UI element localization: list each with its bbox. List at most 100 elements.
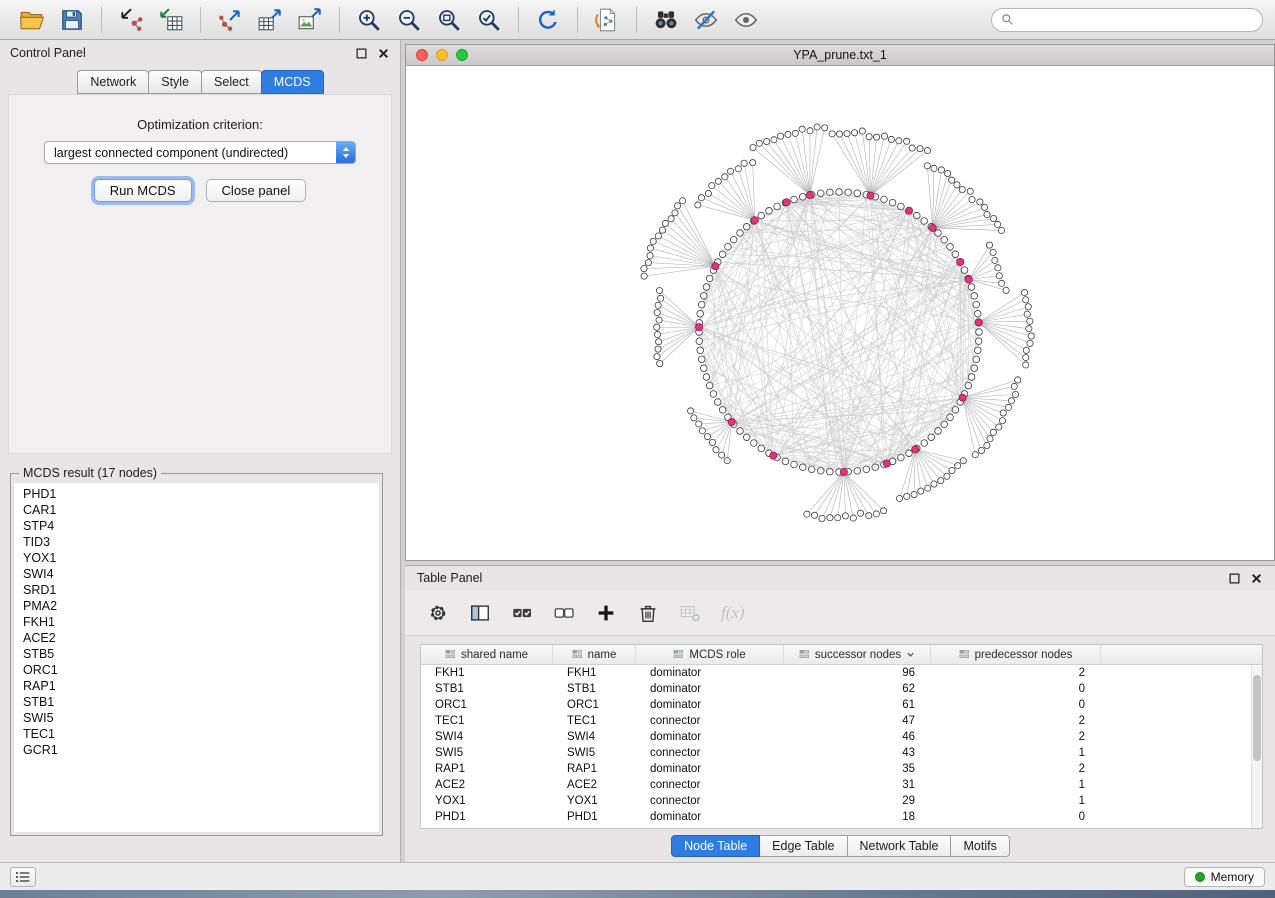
export-image-button[interactable] [295, 5, 325, 35]
network-window-titlebar[interactable]: YPA_prune.txt_1 [406, 45, 1274, 66]
close-panel-button[interactable]: Close panel [206, 179, 307, 202]
mcds-result-list[interactable]: PHD1CAR1STP4TID3YOX1SWI4SRD1PMA2FKH1ACE2… [13, 482, 380, 833]
table-row[interactable]: PHD1PHD1dominator180 [421, 809, 1262, 825]
window-minimize-button[interactable] [436, 49, 448, 61]
column-header-filler [1101, 645, 1262, 664]
column-header-successor-nodes[interactable]: successor nodes [784, 645, 931, 664]
mcds-result-item[interactable]: YOX1 [23, 550, 379, 566]
window-close-button[interactable] [416, 49, 428, 61]
mcds-result-item[interactable]: FKH1 [23, 614, 379, 630]
optimization-criterion-dropdown[interactable]: largest connected component (undirected) [44, 141, 356, 164]
export-table-button[interactable] [255, 5, 285, 35]
mcds-result-item[interactable]: SWI4 [23, 566, 379, 582]
control-panel-tabs: NetworkStyleSelectMCDS [0, 70, 400, 94]
search-box[interactable] [991, 8, 1263, 32]
add-row-button[interactable] [593, 600, 619, 626]
tab-select[interactable]: Select [201, 70, 262, 94]
search-input[interactable] [1020, 13, 1253, 27]
mcds-result-item[interactable]: SWI5 [23, 710, 379, 726]
mcds-result-item[interactable]: TEC1 [23, 726, 379, 742]
mcds-result-item[interactable]: GCR1 [23, 742, 379, 758]
task-history-button[interactable] [10, 867, 36, 887]
table-row[interactable]: ACE2ACE2connector311 [421, 777, 1262, 793]
table-cell: 35 [784, 763, 931, 775]
clone-network-button[interactable] [592, 5, 622, 35]
table-toolbar: f(x) [405, 590, 1275, 636]
table-cell: ORC1 [553, 699, 636, 711]
zoom-in-icon [356, 7, 382, 33]
mcds-result-item[interactable]: ORC1 [23, 662, 379, 678]
table-row[interactable]: FKH1FKH1dominator962 [421, 665, 1262, 681]
run-mcds-button[interactable]: Run MCDS [94, 179, 192, 202]
mcds-result-item[interactable]: PMA2 [23, 598, 379, 614]
memory-button[interactable]: Memory [1184, 867, 1265, 887]
float-window-icon[interactable] [355, 47, 368, 60]
tab-network-table[interactable]: Network Table [847, 835, 952, 857]
column-header-predecessor-nodes[interactable]: predecessor nodes [931, 645, 1101, 664]
mcds-result-item[interactable]: PHD1 [23, 486, 379, 502]
control-panel: Control Panel NetworkStyleSelectMCDS Opt… [0, 40, 401, 862]
column-label: successor nodes [815, 649, 901, 661]
column-label: predecessor nodes [975, 649, 1073, 661]
deselect-all-button[interactable] [551, 600, 577, 626]
scrollbar-thumb[interactable] [1253, 675, 1261, 761]
column-header-name[interactable]: name [553, 645, 636, 664]
mcds-result-item[interactable]: TID3 [23, 534, 379, 550]
open-file-button[interactable] [17, 5, 47, 35]
zoom-selected-button[interactable] [474, 5, 504, 35]
main-toolbar [0, 0, 1275, 40]
settings-gear-button[interactable] [425, 600, 451, 626]
mcds-result-item[interactable]: STB1 [23, 694, 379, 710]
table-row[interactable]: SWI5SWI5connector431 [421, 745, 1262, 761]
table-row[interactable]: ORC1ORC1dominator610 [421, 697, 1262, 713]
tab-edge-table[interactable]: Edge Table [759, 835, 847, 857]
table-cell: ACE2 [421, 779, 553, 791]
tab-network[interactable]: Network [77, 70, 149, 94]
column-header-MCDS-role[interactable]: MCDS role [636, 645, 784, 664]
table-row[interactable]: SWI4SWI4dominator462 [421, 729, 1262, 745]
import-table-button[interactable] [156, 5, 186, 35]
close-icon[interactable] [377, 47, 390, 60]
save-session-button[interactable] [57, 5, 87, 35]
toggle-columns-button[interactable] [467, 600, 493, 626]
table-scrollbar[interactable] [1251, 665, 1262, 828]
mcds-result-item[interactable]: ACE2 [23, 630, 379, 646]
tab-motifs[interactable]: Motifs [950, 835, 1009, 857]
import-network-button[interactable] [116, 5, 146, 35]
table-row[interactable]: RAP1RAP1dominator352 [421, 761, 1262, 777]
select-all-button[interactable] [509, 600, 535, 626]
column-header-shared-name[interactable]: shared name [421, 645, 553, 664]
delete-table-button [677, 600, 703, 626]
toolbar-divider [339, 7, 340, 33]
float-window-icon[interactable] [1228, 572, 1241, 585]
table-cell: 62 [784, 683, 931, 695]
search-network-button[interactable] [651, 5, 681, 35]
refresh-view-button[interactable] [533, 5, 563, 35]
tab-mcds[interactable]: MCDS [261, 70, 324, 94]
chevron-down-icon[interactable] [906, 650, 915, 659]
table-row[interactable]: YOX1YOX1connector291 [421, 793, 1262, 809]
zoom-out-button[interactable] [394, 5, 424, 35]
mcds-result-item[interactable]: RAP1 [23, 678, 379, 694]
tab-style[interactable]: Style [148, 70, 202, 94]
mcds-result-item[interactable]: CAR1 [23, 502, 379, 518]
toolbar-divider [101, 7, 102, 33]
network-canvas[interactable] [406, 66, 1274, 560]
table-cell: 0 [931, 683, 1101, 695]
delete-row-button[interactable] [635, 600, 661, 626]
close-icon[interactable] [1250, 572, 1263, 585]
zoom-fit-button[interactable] [434, 5, 464, 35]
window-maximize-button[interactable] [456, 49, 468, 61]
mcds-result-item[interactable]: STB5 [23, 646, 379, 662]
show-details-button[interactable] [731, 5, 761, 35]
column-sort-icon [959, 649, 970, 660]
tab-node-table[interactable]: Node Table [671, 835, 760, 857]
dropdown-selected-value: largest connected component (undirected) [54, 146, 288, 160]
hide-details-button[interactable] [691, 5, 721, 35]
zoom-in-button[interactable] [354, 5, 384, 35]
table-row[interactable]: STB1STB1dominator620 [421, 681, 1262, 697]
table-row[interactable]: TEC1TEC1connector472 [421, 713, 1262, 729]
mcds-result-item[interactable]: SRD1 [23, 582, 379, 598]
mcds-result-item[interactable]: STP4 [23, 518, 379, 534]
export-network-button[interactable] [215, 5, 245, 35]
